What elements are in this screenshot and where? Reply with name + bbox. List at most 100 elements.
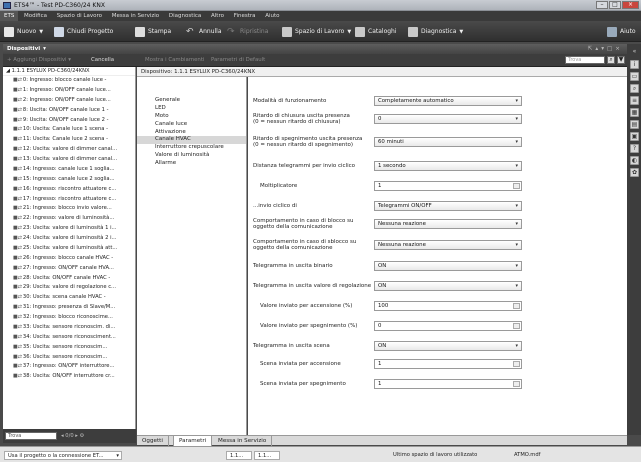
- parameter-number-input[interactable]: 1: [374, 181, 522, 191]
- filter-icon[interactable]: ▼: [617, 56, 625, 64]
- maximize-button[interactable]: □: [609, 1, 621, 9]
- tree-item[interactable]: ■⇄36: Uscita: sensore riconoscim...: [3, 353, 135, 363]
- nav-item[interactable]: Canale HVAC: [137, 136, 246, 145]
- tree-item[interactable]: ■⇄8: Uscita: ON/OFF canale luce 1 -: [3, 106, 135, 116]
- aiuto-button[interactable]: Aiuto: [607, 25, 636, 38]
- tree-item[interactable]: ■⇄16: Ingresso: riscontro attuatore c...: [3, 185, 135, 195]
- nav-item[interactable]: Valore di luminosità: [137, 152, 246, 160]
- tree-item[interactable]: ■⇄0: Ingresso: blocco canale luce -: [3, 76, 135, 86]
- menu-modifica[interactable]: Modifica: [20, 11, 51, 21]
- panel-search-input[interactable]: Trova: [565, 56, 605, 64]
- tree-item[interactable]: ■⇄38: Uscita: ON/OFF interruttore cr...: [3, 372, 135, 382]
- nav-item[interactable]: Allarme: [137, 160, 246, 168]
- tree-item[interactable]: ■⇄15: Ingresso: canale luce 2 soglia...: [3, 175, 135, 185]
- parameter-number-input[interactable]: 1: [374, 359, 522, 369]
- tree-item[interactable]: ■⇄12: Uscita: valore di dimmer canal...: [3, 145, 135, 155]
- spinner-icon[interactable]: [513, 381, 520, 387]
- parameter-select[interactable]: Telegrammi ON/OFF ▾: [374, 201, 522, 211]
- tree-item[interactable]: ■⇄14: Ingresso: canale luce 1 soglia...: [3, 165, 135, 175]
- ripristina-button[interactable]: ↷ Ripristina: [227, 25, 268, 38]
- settings-icon[interactable]: ✿: [630, 168, 639, 177]
- parameter-select[interactable]: 1 secondo ▾: [374, 161, 522, 171]
- tree-item[interactable]: ■⇄27: Ingresso: ON/OFF canale HVA...: [3, 264, 135, 274]
- collapse-panel-icon[interactable]: «: [630, 48, 639, 57]
- tab-oggetti[interactable]: Oggetti: [137, 436, 169, 446]
- parameter-number-input[interactable]: 100: [374, 301, 522, 311]
- toggle-icon[interactable]: ◐: [630, 156, 639, 165]
- tree-search-input[interactable]: Trova: [5, 432, 57, 440]
- table-icon[interactable]: ▤: [630, 120, 639, 129]
- list-icon[interactable]: ≡: [630, 96, 639, 105]
- tree-item[interactable]: ■⇄17: Ingresso: riscontro attuatore c...: [3, 195, 135, 205]
- parameter-select[interactable]: Nessuna reazione ▾: [374, 219, 522, 229]
- diagnostica-button[interactable]: Diagnostica ▼: [408, 25, 463, 38]
- tree-root-device[interactable]: ◢ 1.1.1 ESYLUX PD-C360/24KNX: [3, 67, 135, 76]
- tree-item[interactable]: ■⇄13: Uscita: valore di dimmer canal...: [3, 155, 135, 165]
- nav-item[interactable]: LED: [137, 105, 246, 113]
- menu-messa-in-servizio[interactable]: Messa in Servizio: [108, 11, 163, 21]
- tree-item[interactable]: ■⇄26: Ingresso: blocco canale HVAC -: [3, 254, 135, 264]
- tree-item[interactable]: ■⇄31: Ingresso: presenza di Slave/M...: [3, 303, 135, 313]
- mostra-cambiamenti-button[interactable]: Mostra i Cambiamenti: [145, 57, 204, 64]
- tree-item[interactable]: ■⇄9: Uscita: ON/OFF canale luce 2 -: [3, 116, 135, 126]
- close-button[interactable]: ×: [622, 1, 639, 9]
- tree-item[interactable]: ■⇄37: Ingresso: ON/OFF interruttore...: [3, 362, 135, 372]
- nav-item[interactable]: Attivazione: [137, 129, 246, 137]
- aggiungi-dispositivi-button[interactable]: + Aggiungi Dispositivi ▾: [7, 57, 71, 64]
- tree-item[interactable]: ■⇄2: Ingresso: ON/OFF canale luce...: [3, 96, 135, 106]
- tree-item[interactable]: ■⇄30: Uscita: scena canale HVAC -: [3, 293, 135, 303]
- parameter-number-input[interactable]: 0: [374, 321, 522, 331]
- tree-item[interactable]: ■⇄35: Uscita: sensore riconoscim...: [3, 343, 135, 353]
- parameter-select[interactable]: ON ▾: [374, 281, 522, 291]
- tree-item[interactable]: ■⇄10: Uscita: Canale luce 1 scena -: [3, 125, 135, 135]
- menu-altro[interactable]: Altro: [207, 11, 228, 21]
- spinner-icon[interactable]: [513, 361, 520, 367]
- help-icon[interactable]: ?: [630, 144, 639, 153]
- tree-item[interactable]: ■⇄1: Ingresso: ON/OFF canale luce...: [3, 86, 135, 96]
- tab-parametri[interactable]: Parametri: [173, 436, 213, 446]
- parameter-select[interactable]: 60 minuti ▾: [374, 137, 522, 147]
- tree-item[interactable]: ■⇄24: Uscita: valore di luminosità 2 i..…: [3, 234, 135, 244]
- parameter-select[interactable]: ON ▾: [374, 341, 522, 351]
- search-icon[interactable]: ⌕: [607, 56, 615, 64]
- menu-ets[interactable]: ETS: [0, 11, 19, 21]
- menu-spazio-di-lavoro[interactable]: Spazio di Lavoro: [53, 11, 106, 21]
- tree-item[interactable]: ■⇄28: Uscita: ON/OFF canale HVAC -: [3, 274, 135, 284]
- panel-controls[interactable]: ⇱▴▾□×: [588, 44, 623, 54]
- cancella-button[interactable]: Cancella: [91, 57, 114, 64]
- spinner-icon[interactable]: [513, 183, 520, 189]
- spazio-di-lavoro-button[interactable]: Spazio di Lavoro ▼: [282, 25, 351, 38]
- annulla-button[interactable]: ↶ Annulla: [186, 25, 222, 38]
- grid-icon[interactable]: ▦: [630, 108, 639, 117]
- chevron-down-icon[interactable]: ▾: [43, 46, 46, 52]
- tree-item[interactable]: ■⇄33: Uscita: sensore riconoscim. di...: [3, 323, 135, 333]
- tree-item[interactable]: ■⇄32: Ingresso: blocco riconoscime...: [3, 313, 135, 323]
- menu-aiuto[interactable]: Aiuto: [261, 11, 283, 21]
- tree-item[interactable]: ■⇄34: Uscita: sensore riconosciment...: [3, 333, 135, 343]
- spinner-icon[interactable]: [513, 303, 520, 309]
- search-icon[interactable]: ⌕: [630, 84, 639, 93]
- menu-finestra[interactable]: Finestra: [230, 11, 260, 21]
- chiudi-progetto-button[interactable]: Chiudi Progetto: [54, 25, 113, 38]
- tree-item[interactable]: ■⇄11: Uscita: Canale luce 2 scena -: [3, 135, 135, 145]
- project-connection-select[interactable]: Usa il progetto o la connessione ET... ▾: [4, 451, 122, 460]
- tree-item[interactable]: ■⇄21: Ingresso: blocco invio valore...: [3, 204, 135, 214]
- tab-messa-in-servizio[interactable]: Messa in Servizio: [213, 436, 273, 446]
- tree-item[interactable]: ■⇄23: Uscita: valore di luminosità 1 i..…: [3, 224, 135, 234]
- parameter-select[interactable]: ON ▾: [374, 261, 522, 271]
- info-icon[interactable]: i: [630, 60, 639, 69]
- spinner-icon[interactable]: [513, 323, 520, 329]
- stampa-button[interactable]: Stampa: [135, 25, 171, 38]
- minimize-button[interactable]: –: [596, 1, 608, 9]
- parametri-default-button[interactable]: Parametri di Default: [211, 57, 265, 64]
- nuovo-button[interactable]: Nuovo ▼: [4, 25, 43, 38]
- nav-item[interactable]: Canale luce: [137, 121, 246, 129]
- nav-item[interactable]: Generale: [137, 97, 246, 105]
- menu-diagnostica[interactable]: Diagnostica: [165, 11, 205, 21]
- group-icon[interactable]: ▭: [630, 72, 639, 81]
- parameter-select[interactable]: Completamente automatico ▾: [374, 96, 522, 106]
- parameter-select[interactable]: Nessuna reazione ▾: [374, 240, 522, 250]
- nav-item[interactable]: Moto: [137, 113, 246, 121]
- device-icon[interactable]: ▣: [630, 132, 639, 141]
- tree-item[interactable]: ■⇄22: Ingresso: valore di luminosità...: [3, 214, 135, 224]
